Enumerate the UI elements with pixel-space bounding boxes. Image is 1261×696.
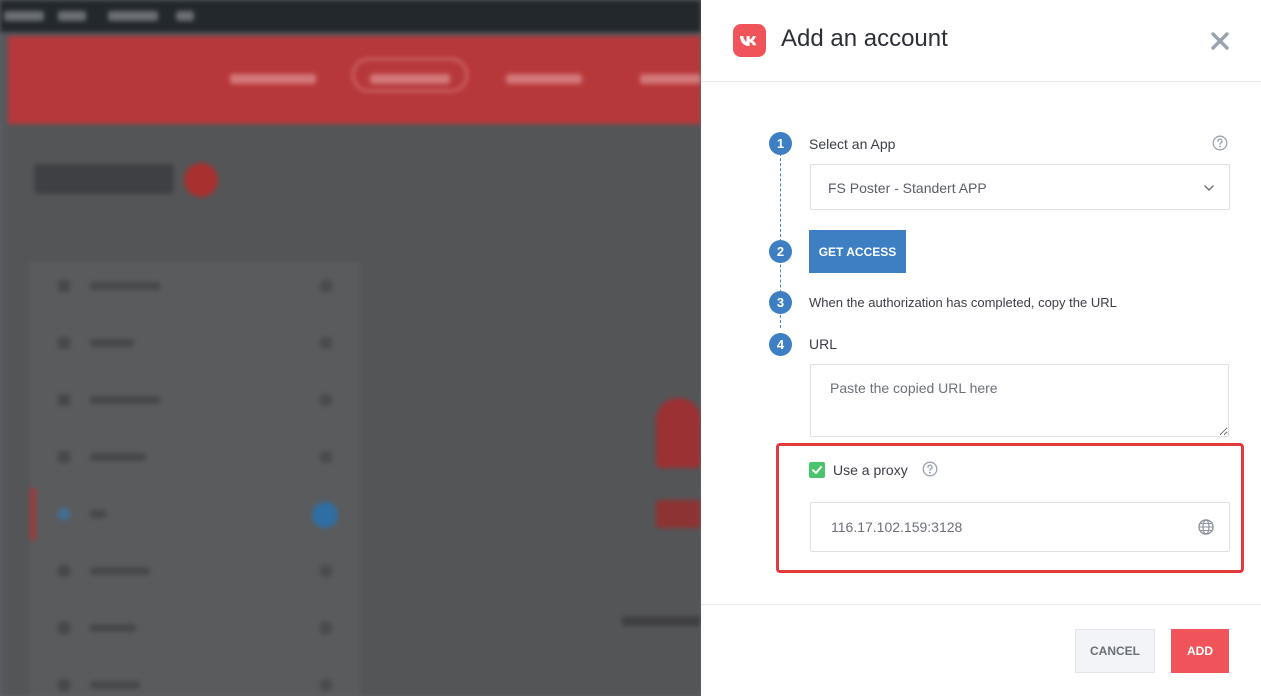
vk-logo-icon xyxy=(733,24,766,57)
chevron-down-icon xyxy=(1204,185,1214,191)
step-3-number: 3 xyxy=(769,291,792,314)
app-select-value: FS Poster - Standert APP xyxy=(828,180,987,196)
count-badge xyxy=(184,163,218,197)
add-button[interactable]: ADD xyxy=(1171,629,1229,673)
drawer-footer: CANCEL ADD xyxy=(701,604,1261,696)
check-icon xyxy=(812,466,822,474)
step-2-number: 2 xyxy=(769,240,792,263)
illustration xyxy=(656,398,701,468)
step-1-label: Select an App xyxy=(809,136,896,152)
drawer-header: Add an account xyxy=(701,0,1261,82)
step-4-label: URL xyxy=(809,336,838,352)
background-app xyxy=(0,0,701,696)
admin-bar xyxy=(0,0,701,32)
url-input[interactable] xyxy=(810,364,1229,437)
drawer-title: Add an account xyxy=(781,25,948,52)
app-select[interactable]: FS Poster - Standert APP xyxy=(810,164,1230,210)
proxy-help-icon[interactable] xyxy=(922,461,938,477)
use-proxy-checkbox[interactable] xyxy=(809,462,825,478)
close-icon[interactable] xyxy=(1209,30,1231,52)
help-icon[interactable] xyxy=(1212,135,1228,151)
step-3-label: When the authorization has completed, co… xyxy=(809,295,1117,310)
proxy-input[interactable] xyxy=(811,503,1191,551)
use-proxy-label[interactable]: Use a proxy xyxy=(833,462,908,478)
cancel-button[interactable]: CANCEL xyxy=(1075,629,1155,673)
page-title xyxy=(34,164,174,194)
proxy-field xyxy=(810,502,1230,552)
step-1-number: 1 xyxy=(769,132,792,155)
get-access-button[interactable]: GET ACCESS xyxy=(809,230,906,273)
step-4-number: 4 xyxy=(769,333,792,356)
add-account-drawer: Add an account 1 Select an App FS Poster… xyxy=(701,0,1261,696)
globe-icon xyxy=(1198,519,1214,535)
account-steps: 1 Select an App FS Poster - Standert APP… xyxy=(701,82,1261,604)
